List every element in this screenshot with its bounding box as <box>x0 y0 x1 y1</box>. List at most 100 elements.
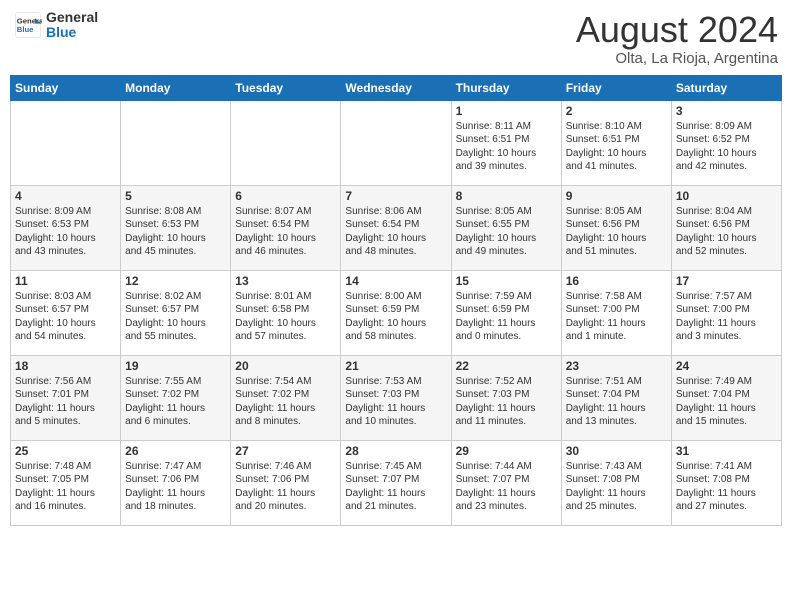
day-info: Sunrise: 8:09 AM Sunset: 6:52 PM Dayligh… <box>676 120 777 174</box>
day-info: Sunrise: 7:48 AM Sunset: 7:05 PM Dayligh… <box>15 460 116 514</box>
week-row-4: 18 Sunrise: 7:56 AM Sunset: 7:01 PM Dayli… <box>11 355 782 440</box>
day-info: Sunrise: 7:46 AM Sunset: 7:06 PM Dayligh… <box>235 460 336 514</box>
weekday-header-sunday: Sunday <box>11 75 121 100</box>
calendar-cell: 14 Sunrise: 8:00 AM Sunset: 6:59 PM Dayli… <box>341 270 451 355</box>
day-number: 18 <box>15 359 116 373</box>
calendar-cell: 30 Sunrise: 7:43 AM Sunset: 7:08 PM Dayli… <box>561 440 671 525</box>
weekday-header-tuesday: Tuesday <box>231 75 341 100</box>
calendar-table: SundayMondayTuesdayWednesdayThursdayFrid… <box>10 75 782 526</box>
day-number: 22 <box>456 359 557 373</box>
day-number: 30 <box>566 444 667 458</box>
weekday-header-friday: Friday <box>561 75 671 100</box>
calendar-cell: 17 Sunrise: 7:57 AM Sunset: 7:00 PM Dayli… <box>671 270 781 355</box>
week-row-3: 11 Sunrise: 8:03 AM Sunset: 6:57 PM Dayli… <box>11 270 782 355</box>
day-info: Sunrise: 7:45 AM Sunset: 7:07 PM Dayligh… <box>345 460 446 514</box>
calendar-cell: 26 Sunrise: 7:47 AM Sunset: 7:06 PM Dayli… <box>121 440 231 525</box>
day-number: 27 <box>235 444 336 458</box>
day-info: Sunrise: 7:43 AM Sunset: 7:08 PM Dayligh… <box>566 460 667 514</box>
day-number: 19 <box>125 359 226 373</box>
day-info: Sunrise: 7:57 AM Sunset: 7:00 PM Dayligh… <box>676 290 777 344</box>
logo: General Blue General Blue <box>14 10 98 41</box>
day-info: Sunrise: 7:44 AM Sunset: 7:07 PM Dayligh… <box>456 460 557 514</box>
calendar-cell <box>231 100 341 185</box>
day-info: Sunrise: 8:00 AM Sunset: 6:59 PM Dayligh… <box>345 290 446 344</box>
calendar-cell: 15 Sunrise: 7:59 AM Sunset: 6:59 PM Dayli… <box>451 270 561 355</box>
calendar-cell: 1 Sunrise: 8:11 AM Sunset: 6:51 PM Daylig… <box>451 100 561 185</box>
calendar-cell: 21 Sunrise: 7:53 AM Sunset: 7:03 PM Dayli… <box>341 355 451 440</box>
calendar-cell: 23 Sunrise: 7:51 AM Sunset: 7:04 PM Dayli… <box>561 355 671 440</box>
day-info: Sunrise: 8:09 AM Sunset: 6:53 PM Dayligh… <box>15 205 116 259</box>
day-number: 23 <box>566 359 667 373</box>
day-info: Sunrise: 8:06 AM Sunset: 6:54 PM Dayligh… <box>345 205 446 259</box>
day-number: 10 <box>676 189 777 203</box>
day-info: Sunrise: 7:59 AM Sunset: 6:59 PM Dayligh… <box>456 290 557 344</box>
calendar-cell <box>121 100 231 185</box>
day-info: Sunrise: 7:47 AM Sunset: 7:06 PM Dayligh… <box>125 460 226 514</box>
day-info: Sunrise: 7:51 AM Sunset: 7:04 PM Dayligh… <box>566 375 667 429</box>
day-info: Sunrise: 8:11 AM Sunset: 6:51 PM Dayligh… <box>456 120 557 174</box>
day-number: 3 <box>676 104 777 118</box>
day-info: Sunrise: 7:54 AM Sunset: 7:02 PM Dayligh… <box>235 375 336 429</box>
page-header: General Blue General Blue August 2024 Ol… <box>10 10 782 67</box>
day-info: Sunrise: 8:05 AM Sunset: 6:56 PM Dayligh… <box>566 205 667 259</box>
day-info: Sunrise: 7:58 AM Sunset: 7:00 PM Dayligh… <box>566 290 667 344</box>
day-number: 8 <box>456 189 557 203</box>
calendar-cell: 20 Sunrise: 7:54 AM Sunset: 7:02 PM Dayli… <box>231 355 341 440</box>
day-info: Sunrise: 8:04 AM Sunset: 6:56 PM Dayligh… <box>676 205 777 259</box>
day-info: Sunrise: 7:41 AM Sunset: 7:08 PM Dayligh… <box>676 460 777 514</box>
day-info: Sunrise: 7:55 AM Sunset: 7:02 PM Dayligh… <box>125 375 226 429</box>
calendar-cell <box>11 100 121 185</box>
day-info: Sunrise: 7:56 AM Sunset: 7:01 PM Dayligh… <box>15 375 116 429</box>
week-row-2: 4Sunrise: 8:09 AM Sunset: 6:53 PM Daylig… <box>11 185 782 270</box>
logo-text-general: General <box>46 10 98 25</box>
day-number: 20 <box>235 359 336 373</box>
calendar-cell: 7Sunrise: 8:06 AM Sunset: 6:54 PM Daylig… <box>341 185 451 270</box>
day-info: Sunrise: 8:03 AM Sunset: 6:57 PM Dayligh… <box>15 290 116 344</box>
day-number: 14 <box>345 274 446 288</box>
month-title: August 2024 <box>576 10 778 50</box>
week-row-5: 25 Sunrise: 7:48 AM Sunset: 7:05 PM Dayli… <box>11 440 782 525</box>
calendar-cell: 5Sunrise: 8:08 AM Sunset: 6:53 PM Daylig… <box>121 185 231 270</box>
weekday-header-thursday: Thursday <box>451 75 561 100</box>
calendar-cell: 11 Sunrise: 8:03 AM Sunset: 6:57 PM Dayli… <box>11 270 121 355</box>
day-info: Sunrise: 8:02 AM Sunset: 6:57 PM Dayligh… <box>125 290 226 344</box>
calendar-cell: 10 Sunrise: 8:04 AM Sunset: 6:56 PM Dayli… <box>671 185 781 270</box>
day-info: Sunrise: 8:07 AM Sunset: 6:54 PM Dayligh… <box>235 205 336 259</box>
calendar-cell: 27 Sunrise: 7:46 AM Sunset: 7:06 PM Dayli… <box>231 440 341 525</box>
svg-text:Blue: Blue <box>17 25 34 34</box>
day-number: 24 <box>676 359 777 373</box>
calendar-cell: 9Sunrise: 8:05 AM Sunset: 6:56 PM Daylig… <box>561 185 671 270</box>
day-number: 26 <box>125 444 226 458</box>
day-number: 1 <box>456 104 557 118</box>
calendar-cell: 12 Sunrise: 8:02 AM Sunset: 6:57 PM Dayli… <box>121 270 231 355</box>
day-number: 12 <box>125 274 226 288</box>
day-info: Sunrise: 7:49 AM Sunset: 7:04 PM Dayligh… <box>676 375 777 429</box>
calendar-cell: 4Sunrise: 8:09 AM Sunset: 6:53 PM Daylig… <box>11 185 121 270</box>
day-number: 21 <box>345 359 446 373</box>
week-row-1: 1 Sunrise: 8:11 AM Sunset: 6:51 PM Daylig… <box>11 100 782 185</box>
day-info: Sunrise: 7:53 AM Sunset: 7:03 PM Dayligh… <box>345 375 446 429</box>
day-number: 25 <box>15 444 116 458</box>
calendar-cell: 18 Sunrise: 7:56 AM Sunset: 7:01 PM Dayli… <box>11 355 121 440</box>
day-number: 2 <box>566 104 667 118</box>
calendar-cell: 24 Sunrise: 7:49 AM Sunset: 7:04 PM Dayli… <box>671 355 781 440</box>
day-number: 11 <box>15 274 116 288</box>
weekday-header-wednesday: Wednesday <box>341 75 451 100</box>
calendar-cell: 2Sunrise: 8:10 AM Sunset: 6:51 PM Daylig… <box>561 100 671 185</box>
day-number: 17 <box>676 274 777 288</box>
day-info: Sunrise: 7:52 AM Sunset: 7:03 PM Dayligh… <box>456 375 557 429</box>
day-info: Sunrise: 8:05 AM Sunset: 6:55 PM Dayligh… <box>456 205 557 259</box>
day-number: 15 <box>456 274 557 288</box>
svg-text:General: General <box>17 17 42 26</box>
day-number: 16 <box>566 274 667 288</box>
calendar-cell <box>341 100 451 185</box>
logo-text-blue: Blue <box>46 25 98 40</box>
calendar-cell: 19 Sunrise: 7:55 AM Sunset: 7:02 PM Dayli… <box>121 355 231 440</box>
calendar-cell: 25 Sunrise: 7:48 AM Sunset: 7:05 PM Dayli… <box>11 440 121 525</box>
weekday-header-saturday: Saturday <box>671 75 781 100</box>
calendar-cell: 3 Sunrise: 8:09 AM Sunset: 6:52 PM Daylig… <box>671 100 781 185</box>
calendar-cell: 16 Sunrise: 7:58 AM Sunset: 7:00 PM Dayli… <box>561 270 671 355</box>
day-number: 6 <box>235 189 336 203</box>
calendar-cell: 31Sunrise: 7:41 AM Sunset: 7:08 PM Dayli… <box>671 440 781 525</box>
day-number: 28 <box>345 444 446 458</box>
